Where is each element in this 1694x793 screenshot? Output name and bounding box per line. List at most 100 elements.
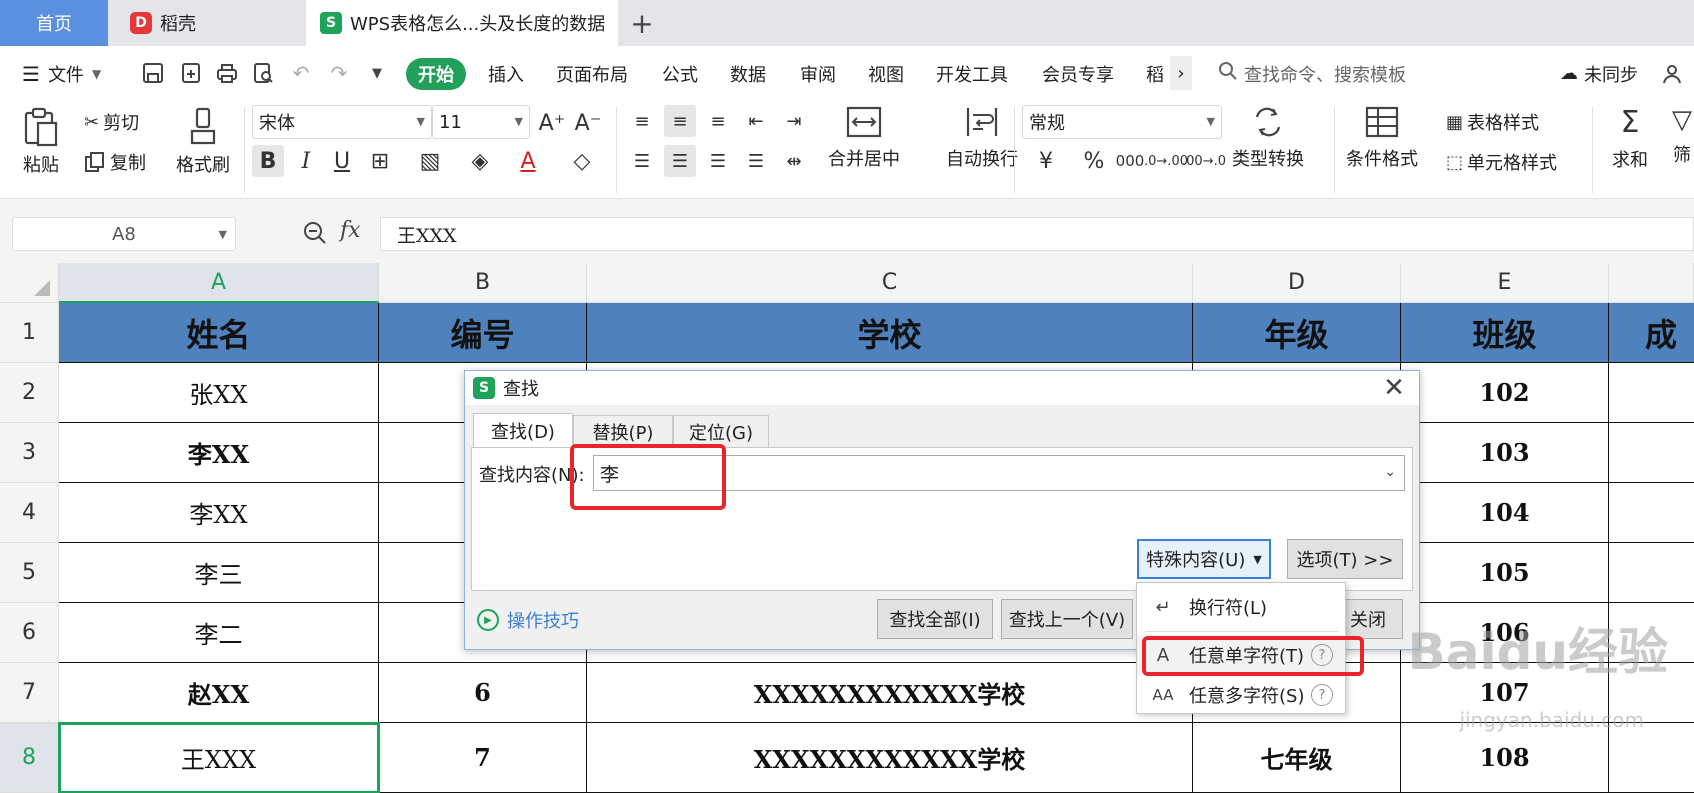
menu-scroll-right[interactable]: ›: [1170, 56, 1192, 90]
save-icon[interactable]: [140, 60, 166, 86]
cell-b7[interactable]: 6: [379, 663, 587, 723]
cell-f8[interactable]: [1609, 723, 1694, 793]
formula-input[interactable]: 王XXX: [380, 217, 1694, 251]
thousands-icon[interactable]: 000: [1114, 145, 1146, 177]
column-header-e[interactable]: E: [1401, 263, 1609, 303]
cell-a8[interactable]: 王XXX: [58, 722, 380, 793]
user-icon[interactable]: [1662, 46, 1684, 101]
column-header-c[interactable]: C: [587, 263, 1193, 303]
cell-e5[interactable]: 105: [1401, 543, 1609, 603]
cell-c1[interactable]: 学校: [587, 303, 1193, 363]
font-name-select[interactable]: 宋体 ▼: [252, 105, 432, 139]
underline-button[interactable]: U: [326, 145, 358, 177]
quick-access-more-icon[interactable]: ▼: [364, 60, 390, 86]
fill-style-icon[interactable]: ▧: [414, 145, 446, 177]
increase-decimal-icon[interactable]: .0→.00: [1144, 145, 1188, 177]
percent-icon[interactable]: %: [1078, 145, 1110, 177]
align-left-icon[interactable]: ☰: [626, 145, 658, 177]
special-content-button[interactable]: 特殊内容(U) ▼: [1137, 539, 1271, 579]
cell-a7[interactable]: 赵XX: [59, 663, 379, 723]
tab-daoke-menu[interactable]: 稻: [1146, 46, 1164, 101]
tab-formulas[interactable]: 公式: [662, 46, 698, 101]
cell-f4[interactable]: [1609, 483, 1694, 543]
cell-f3[interactable]: [1609, 423, 1694, 483]
cell-a1[interactable]: 姓名: [59, 303, 379, 363]
decrease-font-icon[interactable]: A⁻: [572, 107, 604, 139]
fx-icon[interactable]: fx: [340, 218, 361, 243]
align-middle-icon[interactable]: ≡: [664, 105, 696, 137]
format-painter-button[interactable]: 格式刷: [176, 107, 230, 177]
new-tab-button[interactable]: +: [622, 0, 662, 46]
undo-icon[interactable]: ↶: [288, 60, 314, 86]
cell-a4[interactable]: 李XX: [59, 483, 379, 543]
sum-button[interactable]: Σ 求和: [1612, 105, 1648, 172]
cell-a2[interactable]: 张XX: [59, 363, 379, 423]
options-button[interactable]: 选项(T) >>: [1287, 539, 1403, 579]
number-format-select[interactable]: 常规 ▼: [1022, 105, 1222, 139]
tab-page-layout[interactable]: 页面布局: [556, 46, 628, 101]
menu-item-line-break[interactable]: ↵ 换行符(L): [1137, 587, 1345, 627]
cell-b8[interactable]: 7: [379, 723, 587, 793]
cut-button[interactable]: ✂ 剪切: [84, 109, 139, 135]
align-center-icon[interactable]: ☰: [664, 145, 696, 177]
table-style-button[interactable]: ▦ 表格样式: [1446, 109, 1539, 135]
cond-format-button[interactable]: 条件格式: [1346, 105, 1418, 171]
help-icon[interactable]: ?: [1311, 684, 1333, 706]
font-color-icon[interactable]: A: [512, 145, 544, 177]
export-icon[interactable]: [178, 60, 204, 86]
print-preview-icon[interactable]: [250, 60, 276, 86]
cell-d1[interactable]: 年级: [1193, 303, 1401, 363]
row-header-3[interactable]: 3: [0, 423, 59, 483]
bold-button[interactable]: B: [252, 145, 284, 177]
close-icon[interactable]: ✕: [1379, 373, 1409, 403]
cell-e8[interactable]: 108: [1401, 723, 1609, 793]
cell-c7[interactable]: XXXXXXXXXXXX学校: [587, 663, 1193, 723]
tab-view[interactable]: 视图: [868, 46, 904, 101]
tab-daoke[interactable]: D 稻壳: [112, 0, 302, 46]
merge-center-button[interactable]: 合并居中: [828, 105, 900, 171]
align-top-icon[interactable]: ≡: [626, 105, 658, 137]
copy-button[interactable]: 复制: [84, 149, 146, 175]
fill-color-icon[interactable]: ◈: [464, 145, 496, 177]
file-menu[interactable]: ☰ 文件 ▼: [22, 46, 101, 101]
command-search[interactable]: 查找命令、搜索模板: [1218, 46, 1406, 101]
tab-goto[interactable]: 定位(G): [673, 415, 769, 447]
cell-e4[interactable]: 104: [1401, 483, 1609, 543]
distribute-icon[interactable]: ⇹: [778, 145, 810, 177]
indent-decrease-icon[interactable]: ⇤: [740, 105, 772, 137]
border-icon[interactable]: ⊞: [364, 145, 396, 177]
align-bottom-icon[interactable]: ≡: [702, 105, 734, 137]
indent-increase-icon[interactable]: ⇥: [778, 105, 810, 137]
row-header-1[interactable]: 1: [0, 303, 59, 363]
column-header-b[interactable]: B: [379, 263, 587, 303]
paste-button[interactable]: 粘贴: [22, 107, 60, 177]
cell-f5[interactable]: [1609, 543, 1694, 603]
row-header-7[interactable]: 7: [0, 663, 59, 723]
redo-icon[interactable]: ↷: [326, 60, 352, 86]
column-header-a[interactable]: A: [59, 263, 379, 303]
row-header-4[interactable]: 4: [0, 483, 59, 543]
row-header-8[interactable]: 8: [0, 723, 59, 793]
tab-insert[interactable]: 插入: [488, 46, 524, 101]
cell-f2[interactable]: [1609, 363, 1694, 423]
operation-tips-link[interactable]: ▶ 操作技巧: [477, 607, 579, 633]
chevron-down-icon[interactable]: ⌄: [1384, 464, 1396, 480]
cell-f1[interactable]: 成: [1609, 303, 1694, 363]
tab-member[interactable]: 会员专享: [1042, 46, 1114, 101]
cell-c8[interactable]: XXXXXXXXXXXX学校: [587, 723, 1193, 793]
cell-a5[interactable]: 李三: [59, 543, 379, 603]
tab-document[interactable]: S WPS表格怎么...头及长度的数据: [306, 0, 618, 46]
increase-font-icon[interactable]: A⁺: [536, 107, 568, 139]
sync-status[interactable]: ☁ 未同步: [1560, 46, 1638, 101]
cell-b1[interactable]: 编号: [379, 303, 587, 363]
auto-wrap-button[interactable]: 自动换行: [946, 105, 1018, 171]
currency-icon[interactable]: ¥: [1030, 145, 1062, 177]
cell-e3[interactable]: 103: [1401, 423, 1609, 483]
cell-a6[interactable]: 李二: [59, 603, 379, 663]
column-header-d[interactable]: D: [1193, 263, 1401, 303]
dialog-titlebar[interactable]: S 查找 ✕: [465, 371, 1419, 405]
tab-review[interactable]: 审阅: [800, 46, 836, 101]
tab-replace[interactable]: 替换(P): [573, 415, 673, 447]
cell-d8[interactable]: 七年级: [1193, 723, 1401, 793]
tab-home[interactable]: 首页: [0, 0, 108, 46]
